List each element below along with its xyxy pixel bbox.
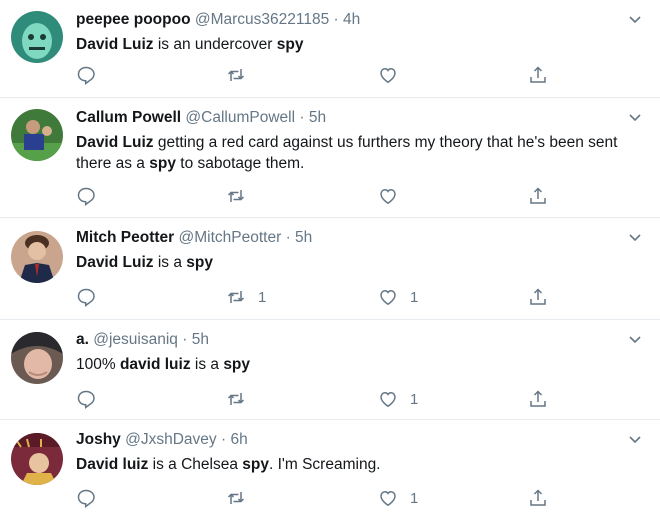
chevron-down-icon[interactable] — [628, 230, 642, 244]
chevron-down-icon[interactable] — [628, 12, 642, 26]
retweet-button[interactable] — [226, 64, 258, 86]
reply-icon — [76, 488, 96, 508]
heart-icon — [378, 186, 398, 206]
tweet-header: peepee poopoo @Marcus36221185 · 4h — [76, 11, 361, 28]
tweet-actions: 1 1 — [76, 286, 556, 308]
retweet-button[interactable]: 1 — [226, 286, 266, 308]
display-name[interactable]: a. — [76, 331, 89, 348]
timestamp[interactable]: 4h — [343, 11, 360, 28]
display-name[interactable]: Mitch Peotter — [76, 229, 174, 246]
like-button[interactable]: 1 — [378, 487, 418, 509]
tweet-feed: peepee poopoo @Marcus36221185 · 4h David… — [0, 0, 660, 518]
user-handle[interactable]: @JxshDavey — [125, 431, 217, 448]
display-name[interactable]: Callum Powell — [76, 109, 181, 126]
share-button[interactable] — [528, 64, 548, 86]
share-button[interactable] — [528, 185, 548, 207]
avatar[interactable] — [11, 109, 63, 161]
tweet-actions: 1 — [76, 487, 556, 509]
user-handle[interactable]: @CallumPowell — [185, 109, 295, 126]
user-handle[interactable]: @Marcus36221185 — [195, 11, 329, 28]
like-button[interactable]: 1 — [378, 388, 418, 410]
timestamp[interactable]: 5h — [295, 229, 312, 246]
heart-icon — [378, 389, 398, 409]
share-button[interactable] — [528, 388, 548, 410]
tweet-header: Callum Powell @CallumPowell · 5h — [76, 109, 327, 126]
share-icon — [528, 389, 548, 409]
avatar[interactable] — [11, 231, 63, 283]
heart-icon — [378, 287, 398, 307]
timestamp[interactable]: 5h — [309, 109, 326, 126]
share-icon — [528, 287, 548, 307]
chevron-down-icon[interactable] — [628, 110, 642, 124]
tweet-text: David luiz is a Chelsea spy. I'm Screami… — [76, 456, 381, 473]
timestamp[interactable]: 5h — [192, 331, 209, 348]
like-button[interactable]: 1 — [378, 286, 418, 308]
tweet-card[interactable]: Callum Powell @CallumPowell · 5h David L… — [0, 98, 660, 218]
retweet-icon — [226, 65, 246, 85]
like-count: 1 — [410, 489, 419, 507]
tweet-actions — [76, 185, 556, 207]
display-name[interactable]: Joshy — [76, 431, 121, 448]
tweet-card[interactable]: a. @jesuisaniq · 5h 100% david luiz is a… — [0, 320, 660, 420]
retweet-icon — [226, 488, 246, 508]
retweet-button[interactable] — [226, 185, 258, 207]
share-icon — [528, 186, 548, 206]
user-handle[interactable]: @MitchPeotter — [179, 229, 282, 246]
tweet-card[interactable]: peepee poopoo @Marcus36221185 · 4h David… — [0, 0, 660, 98]
reply-button[interactable] — [76, 286, 96, 308]
heart-icon — [378, 488, 398, 508]
user-handle[interactable]: @jesuisaniq — [93, 331, 178, 348]
share-button[interactable] — [528, 487, 548, 509]
retweet-count: 1 — [258, 288, 267, 306]
reply-icon — [76, 287, 96, 307]
chevron-down-icon[interactable] — [628, 332, 642, 346]
like-button[interactable] — [378, 185, 410, 207]
tweet-card[interactable]: Joshy @JxshDavey · 6h David luiz is a Ch… — [0, 420, 660, 518]
retweet-icon — [226, 389, 246, 409]
reply-button[interactable] — [76, 388, 96, 410]
avatar[interactable] — [11, 433, 63, 485]
tweet-text: David Luiz is an undercover spy — [76, 36, 304, 53]
share-button[interactable] — [528, 286, 548, 308]
avatar[interactable] — [11, 11, 63, 63]
tweet-text: 100% david luiz is a spy — [76, 356, 251, 373]
reply-icon — [76, 65, 96, 85]
timestamp[interactable]: 6h — [230, 431, 247, 448]
like-count: 1 — [410, 288, 419, 306]
tweet-text: David Luiz getting a red card against us… — [76, 134, 618, 172]
retweet-button[interactable] — [226, 487, 258, 509]
tweet-actions: 1 — [76, 388, 556, 410]
reply-button[interactable] — [76, 185, 96, 207]
reply-button[interactable] — [76, 487, 96, 509]
chevron-down-icon[interactable] — [628, 432, 642, 446]
display-name[interactable]: peepee poopoo — [76, 11, 191, 28]
share-icon — [528, 488, 548, 508]
like-button[interactable] — [378, 64, 410, 86]
reply-icon — [76, 186, 96, 206]
tweet-header: a. @jesuisaniq · 5h — [76, 331, 209, 348]
tweet-text: David Luiz is a spy — [76, 254, 213, 271]
retweet-button[interactable] — [226, 388, 258, 410]
tweet-header: Mitch Peotter @MitchPeotter · 5h — [76, 229, 313, 246]
retweet-icon — [226, 186, 246, 206]
like-count: 1 — [410, 390, 419, 408]
avatar[interactable] — [11, 332, 63, 384]
reply-icon — [76, 389, 96, 409]
heart-icon — [378, 65, 398, 85]
share-icon — [528, 65, 548, 85]
tweet-actions — [76, 64, 556, 86]
reply-button[interactable] — [76, 64, 96, 86]
retweet-icon — [226, 287, 246, 307]
tweet-card[interactable]: Mitch Peotter @MitchPeotter · 5h David L… — [0, 218, 660, 320]
tweet-header: Joshy @JxshDavey · 6h — [76, 431, 248, 448]
